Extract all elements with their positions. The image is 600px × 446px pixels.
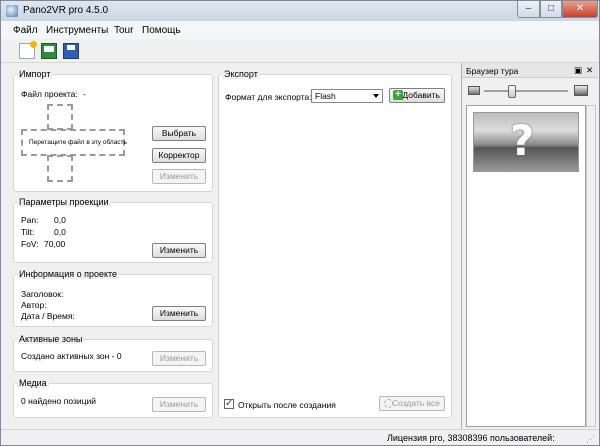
menu-tour[interactable]: Tour bbox=[114, 25, 133, 36]
resize-grip-icon[interactable]: ⋰ bbox=[586, 434, 595, 445]
create-all-button[interactable]: Создать все bbox=[379, 396, 445, 411]
export-title: Экспорт bbox=[222, 69, 260, 79]
thumb-size-slider-track[interactable] bbox=[484, 90, 568, 92]
question-icon: ? bbox=[510, 116, 535, 165]
project-file-label: Файл проекта: bbox=[21, 89, 78, 99]
float-panel-icon[interactable]: ▣ bbox=[574, 65, 582, 76]
project-info-change-button[interactable]: Изменить bbox=[152, 306, 206, 321]
panorama-thumbnail[interactable]: ? bbox=[473, 112, 579, 172]
tour-browser-panel: Браузер тура ▣ ✕ ? bbox=[461, 63, 598, 429]
export-format-label: Формат для экспорта: bbox=[225, 92, 312, 102]
open-after-label: Открыть после создания bbox=[238, 400, 336, 410]
drop-hint: Перетащите файл в эту область bbox=[29, 139, 127, 146]
save-project-icon[interactable] bbox=[63, 43, 79, 59]
media-title: Медиа bbox=[17, 378, 49, 388]
menu-file[interactable]: Файл bbox=[13, 25, 38, 36]
hotspots-title: Активные зоны bbox=[17, 334, 85, 344]
close-button[interactable]: ✕ bbox=[562, 1, 598, 18]
tilt-value: 0,0 bbox=[54, 227, 66, 237]
pan-value: 0,0 bbox=[54, 215, 66, 225]
open-project-icon[interactable] bbox=[41, 43, 57, 59]
app-window: Pano2VR pro 4.5.0 – □ ✕ Файл Инструменты… bbox=[0, 0, 600, 446]
minimize-button[interactable]: – bbox=[517, 1, 540, 18]
window-title: Pano2VR pro 4.5.0 bbox=[23, 5, 109, 16]
app-icon bbox=[6, 5, 18, 17]
menu-bar: Файл Инструменты Tour Помощь bbox=[1, 21, 599, 39]
tour-browser-scrollbar[interactable] bbox=[586, 105, 596, 427]
corrector-button[interactable]: Корректор bbox=[152, 148, 206, 163]
import-panel-title: Импорт bbox=[17, 69, 53, 79]
export-format-select[interactable]: Flash bbox=[311, 89, 383, 103]
projection-panel-title: Параметры проекции bbox=[17, 197, 111, 207]
status-bar: Лицензия pro, 38308396 пользователей: ⋰ bbox=[1, 429, 599, 445]
hotspots-count: Создано активных зон - 0 bbox=[21, 351, 122, 361]
small-thumb-icon bbox=[468, 86, 480, 95]
media-count: 0 найдено позиций bbox=[21, 396, 96, 406]
media-change-button[interactable]: Изменить bbox=[152, 397, 206, 412]
close-panel-icon[interactable]: ✕ bbox=[586, 65, 593, 76]
export-format-value: Flash bbox=[315, 91, 336, 101]
add-format-label: Добавить bbox=[402, 90, 440, 100]
add-format-button[interactable]: + Добавить bbox=[389, 88, 445, 103]
export-panel bbox=[218, 74, 452, 418]
plus-icon: + bbox=[393, 90, 403, 100]
thumb-size-slider-handle[interactable] bbox=[508, 85, 516, 98]
project-info-title: Информация о проекте bbox=[17, 269, 120, 279]
tour-browser-list[interactable]: ? bbox=[466, 105, 586, 427]
open-after-checkbox[interactable] bbox=[224, 398, 234, 409]
heading-label: Заголовок: bbox=[21, 289, 64, 299]
toolbar bbox=[1, 39, 599, 63]
menu-tools[interactable]: Инструменты bbox=[46, 25, 108, 36]
tour-browser-header: Браузер тура ▣ ✕ bbox=[462, 63, 598, 78]
title-bar: Pano2VR pro 4.5.0 – □ ✕ bbox=[1, 1, 599, 21]
author-label: Автор: bbox=[21, 300, 47, 310]
fov-value: 70,00 bbox=[44, 239, 66, 249]
large-thumb-icon bbox=[574, 85, 588, 96]
project-file-value: - bbox=[83, 89, 86, 99]
pan-label: Pan: bbox=[21, 215, 39, 225]
menu-help[interactable]: Помощь bbox=[142, 25, 181, 36]
choose-button[interactable]: Выбрать bbox=[152, 126, 206, 141]
new-project-icon[interactable] bbox=[19, 41, 37, 59]
tilt-label: Tilt: bbox=[21, 227, 35, 237]
import-change-button[interactable]: Изменить bbox=[152, 169, 206, 184]
hotspots-change-button[interactable]: Изменить bbox=[152, 351, 206, 366]
projection-change-button[interactable]: Изменить bbox=[152, 243, 206, 258]
create-all-label: Создать все bbox=[391, 398, 440, 408]
chevron-down-icon bbox=[373, 94, 379, 98]
tour-browser-title: Браузер тура bbox=[466, 66, 519, 76]
datetime-label: Дата / Время: bbox=[21, 311, 75, 321]
fov-label: FoV: bbox=[21, 239, 39, 249]
create-all-icon bbox=[384, 399, 393, 408]
maximize-button[interactable]: □ bbox=[540, 1, 562, 18]
license-status: Лицензия pro, 38308396 пользователей: bbox=[387, 433, 555, 443]
